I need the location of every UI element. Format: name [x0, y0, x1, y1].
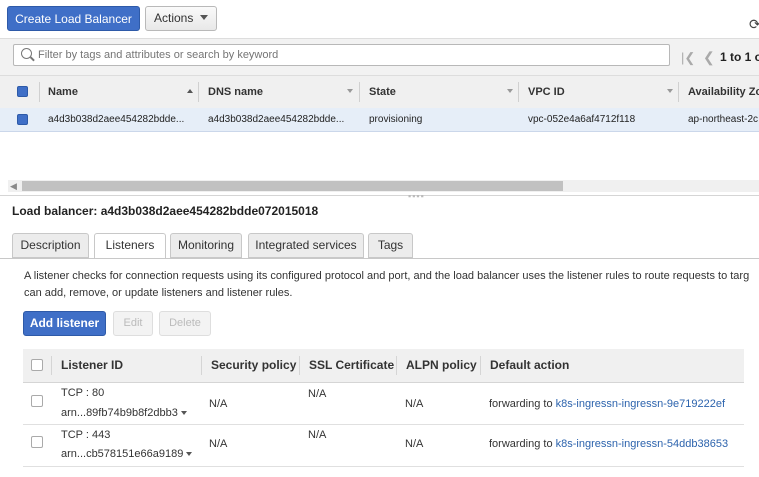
- table-row[interactable]: a4d3b038d2aee454282bdde... a4d3b038d2aee…: [0, 108, 759, 132]
- scrollbar-thumb[interactable]: [22, 181, 563, 191]
- sort-icon[interactable]: [667, 89, 673, 93]
- lb-az-cell: ap-northeast-2c: [688, 114, 759, 125]
- lb-dns-cell: a4d3b038d2aee454282bdde...: [208, 114, 345, 125]
- column-separator: [359, 82, 360, 102]
- table-row[interactable]: TCP : 443 arn...cb578151e66a9189 N/A N/A…: [23, 425, 744, 467]
- column-separator: [518, 82, 519, 102]
- prev-page-icon[interactable]: ❮: [703, 49, 715, 66]
- create-load-balancer-button[interactable]: Create Load Balancer: [7, 6, 140, 31]
- listener-arn-text: arn...89fb74b9b8f2dbb3: [61, 407, 178, 419]
- first-page-icon[interactable]: |❮: [681, 50, 695, 66]
- listener-arn[interactable]: arn...89fb74b9b8f2dbb3: [61, 407, 187, 419]
- security-policy-cell: N/A: [209, 438, 228, 450]
- tab-listeners[interactable]: Listeners: [94, 233, 166, 259]
- target-group-link[interactable]: k8s-ingressn-ingressn-54ddb38653: [556, 438, 728, 450]
- row-checkbox[interactable]: [17, 114, 28, 125]
- load-balancer-title: Load balancer: a4d3b038d2aee454282bdde07…: [12, 204, 319, 218]
- panel-divider[interactable]: [0, 195, 759, 196]
- column-header-security-policy: Security policy: [211, 358, 297, 372]
- select-all-checkbox[interactable]: [31, 359, 43, 371]
- edit-button[interactable]: Edit: [113, 311, 153, 336]
- default-action-cell: forwarding to k8s-ingressn-ingressn-54dd…: [489, 438, 728, 450]
- caret-down-icon[interactable]: [180, 411, 187, 416]
- ssl-certificate-cell: N/A: [308, 388, 327, 400]
- table-row[interactable]: TCP : 80 arn...89fb74b9b8f2dbb3 N/A N/A …: [23, 383, 744, 425]
- filter-box[interactable]: [13, 44, 670, 66]
- column-separator: [201, 356, 202, 375]
- column-header-ssl-certificate: SSL Certificate: [309, 358, 395, 372]
- description-line: A listener checks for connection request…: [24, 270, 750, 282]
- action-prefix: forwarding to: [489, 438, 553, 450]
- lb-name-cell: a4d3b038d2aee454282bdde...: [48, 114, 185, 125]
- lb-state-cell: provisioning: [369, 114, 423, 125]
- scroll-left-icon[interactable]: ◀: [10, 180, 17, 192]
- listener-arn[interactable]: arn...cb578151e66a9189: [61, 448, 193, 460]
- sort-icon[interactable]: [347, 89, 353, 93]
- column-separator: [39, 82, 40, 102]
- listeners-description: A listener checks for connection request…: [24, 268, 759, 302]
- column-header-name[interactable]: Name: [48, 76, 78, 108]
- refresh-icon[interactable]: ⟳: [749, 16, 759, 33]
- actions-dropdown[interactable]: Actions: [145, 6, 217, 31]
- delete-button[interactable]: Delete: [159, 311, 211, 336]
- row-checkbox[interactable]: [31, 436, 43, 448]
- ssl-certificate-cell: N/A: [308, 429, 327, 441]
- column-separator: [396, 356, 397, 375]
- lb-vpc-cell: vpc-052e4a6af4712f118: [528, 114, 636, 125]
- select-all-checkbox[interactable]: [17, 86, 28, 97]
- column-header-vpc[interactable]: VPC ID: [528, 76, 565, 108]
- listener-arn-text: arn...cb578151e66a9189: [61, 448, 184, 460]
- column-header-listener-id: Listener ID: [61, 358, 124, 372]
- security-policy-cell: N/A: [209, 398, 228, 410]
- description-line: can add, remove, or update listeners and…: [24, 287, 293, 299]
- sort-icon[interactable]: [507, 89, 513, 93]
- listeners-table-header: Listener ID Security policy SSL Certific…: [23, 349, 744, 383]
- column-separator: [678, 82, 679, 102]
- column-header-default-action: Default action: [490, 358, 570, 372]
- filter-input[interactable]: [38, 46, 658, 64]
- alpn-policy-cell: N/A: [405, 438, 424, 450]
- add-listener-button[interactable]: Add listener: [23, 311, 106, 336]
- tab-integrated-services[interactable]: Integrated services: [248, 233, 364, 258]
- tab-monitoring[interactable]: Monitoring: [170, 233, 242, 258]
- pagination-text: 1 to 1 o: [720, 50, 759, 64]
- lb-table-header: Name DNS name State VPC ID Availability …: [0, 75, 759, 109]
- default-action-cell: forwarding to k8s-ingressn-ingressn-9e71…: [489, 398, 725, 410]
- column-header-alpn-policy: ALPN policy: [406, 358, 477, 372]
- column-header-az[interactable]: Availability Zo: [688, 76, 759, 108]
- tab-underline: [0, 258, 759, 259]
- action-prefix: forwarding to: [489, 398, 553, 410]
- listener-protocol: TCP : 80: [61, 387, 105, 399]
- column-separator: [198, 82, 199, 102]
- caret-down-icon[interactable]: [186, 452, 193, 457]
- tab-tags[interactable]: Tags: [368, 233, 413, 258]
- column-separator: [480, 356, 481, 375]
- alpn-policy-cell: N/A: [405, 398, 424, 410]
- sort-asc-icon[interactable]: [187, 89, 193, 93]
- row-checkbox[interactable]: [31, 395, 43, 407]
- column-separator: [51, 356, 52, 375]
- chevron-down-icon: [200, 15, 208, 20]
- actions-label: Actions: [154, 11, 194, 25]
- column-header-dns[interactable]: DNS name: [208, 76, 263, 108]
- listener-protocol: TCP : 443: [61, 429, 111, 441]
- resize-grip-icon[interactable]: ▪▪▪▪: [408, 192, 425, 201]
- tab-description[interactable]: Description: [12, 233, 89, 258]
- search-icon-handle: [30, 56, 35, 62]
- column-header-state[interactable]: State: [369, 76, 396, 108]
- column-separator: [299, 356, 300, 375]
- target-group-link[interactable]: k8s-ingressn-ingressn-9e719222ef: [556, 398, 725, 410]
